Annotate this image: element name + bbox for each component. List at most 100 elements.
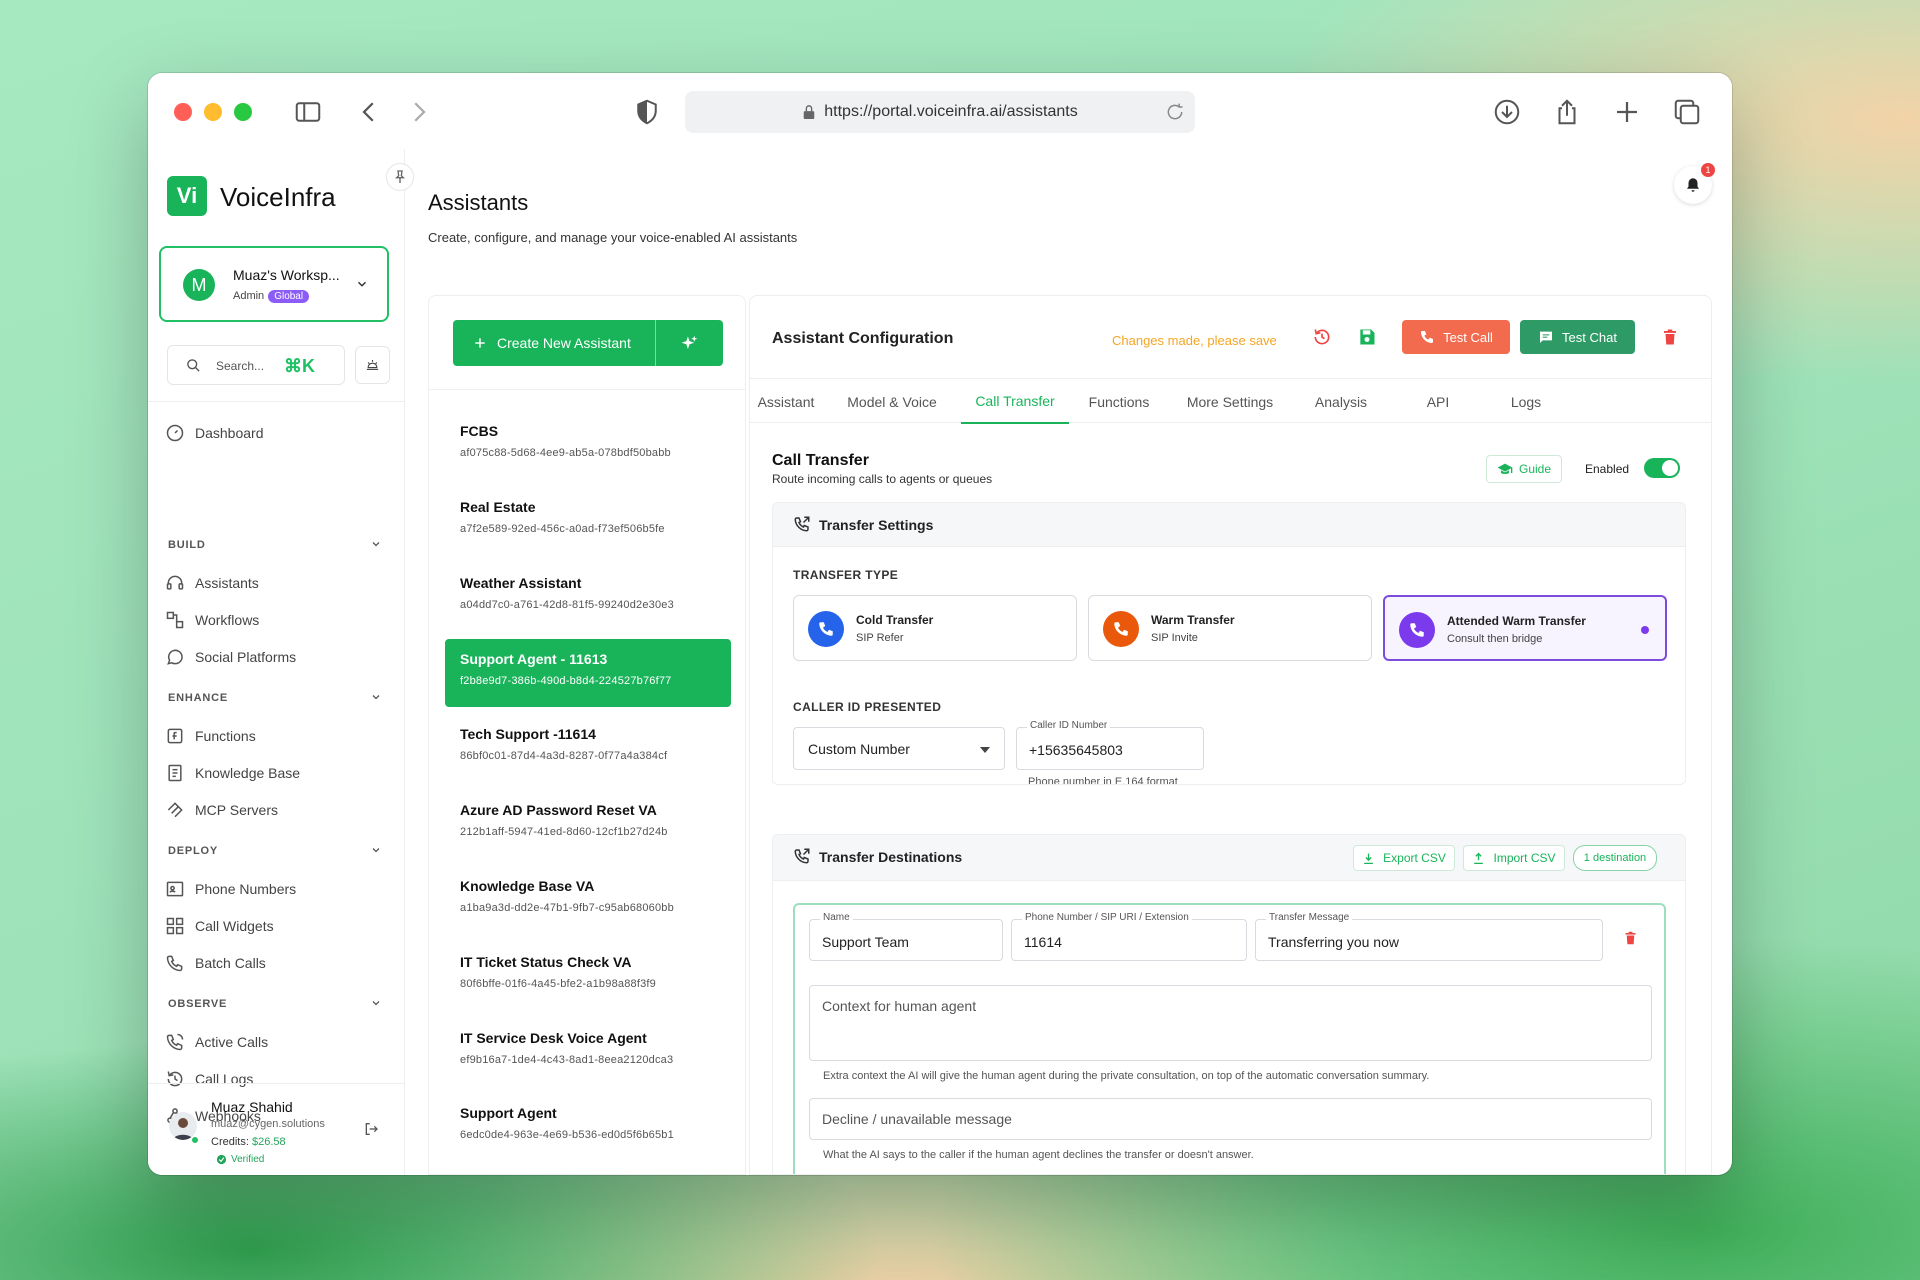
context-input[interactable]: Context for human agent [809,985,1652,1061]
share-icon[interactable] [1552,97,1582,127]
nav-batch-calls[interactable]: Batch Calls [165,951,266,975]
decline-placeholder: Decline / unavailable message [822,1111,1012,1127]
search-shortcut: ⌘K [284,356,315,376]
enabled-label: Enabled [1585,462,1630,476]
upload-icon [1472,852,1485,865]
enabled-toggle[interactable] [1644,458,1680,478]
destinations-title: Transfer Destinations [819,849,963,865]
pin-icon[interactable] [386,163,414,191]
chevron-down-icon[interactable] [370,844,382,856]
tab-analysis[interactable]: Analysis [1295,379,1387,424]
workspace-switcher[interactable]: M Muaz's Worksp... Admin Global [159,246,389,322]
assistant-list-item[interactable]: Support Agent 6edc0de4-963e-4e69-b536-ed0… [445,1093,731,1161]
nav-dashboard[interactable]: Dashboard [165,421,264,445]
field-value: Transferring you now [1268,934,1399,950]
assistant-id: a7f2e589-92ed-456c-a0ad-f73ef506b5fe [460,523,665,535]
nav-mcp-servers[interactable]: MCP Servers [165,798,278,822]
brand-name: VoiceInfra [220,182,336,212]
nav-active-calls[interactable]: Active Calls [165,1030,268,1054]
transfer-settings-title: Transfer Settings [819,517,934,533]
download-icon[interactable] [1492,97,1522,127]
caller-id-select[interactable]: Custom Number [793,727,1005,770]
close-window-button[interactable] [174,103,192,121]
back-icon[interactable] [354,97,384,127]
assistant-list-item[interactable]: Support Agent - 11613 f2b8e9d7-386b-490d-… [445,639,731,707]
nav-knowledge-base[interactable]: Knowledge Base [165,761,300,785]
nav-assistants[interactable]: Assistants [165,571,259,595]
tab-assistant[interactable]: Assistant [750,379,822,424]
assistant-list-item[interactable]: IT Ticket Status Check VA 80f6bffe-01f6-4… [445,942,731,1010]
chevron-down-icon[interactable] [370,997,382,1009]
transfer-type-option[interactable]: Cold Transfer SIP Refer [793,595,1077,661]
verified-label: Verified [231,1154,265,1165]
transfer-type-option[interactable]: Warm Transfer SIP Invite [1088,595,1372,661]
trash-icon[interactable] [1623,929,1638,947]
assistant-list-item[interactable]: IT Service Desk Voice Agent ef9b16a7-1de4… [445,1018,731,1086]
destination-count-badge: 1 destination [1573,845,1657,871]
assistant-name: Real Estate [460,499,536,515]
search-icon [186,358,201,373]
tab-call-transfer[interactable]: Call Transfer [961,379,1069,424]
nav-phone-numbers[interactable]: Phone Numbers [165,877,296,901]
export-csv-button[interactable]: Export CSV [1353,845,1455,871]
assistant-list-item[interactable]: Tech Support -11614 86bf0c01-87d4-4a3d-82… [445,714,731,782]
test-call-button[interactable]: Test Call [1402,320,1510,354]
address-bar[interactable]: https://portal.voiceinfra.ai/assistants [685,91,1195,133]
maximize-window-button[interactable] [234,103,252,121]
url-text: https://portal.voiceinfra.ai/assistants [824,103,1078,120]
nav-workflows[interactable]: Workflows [165,608,259,632]
chevron-down-icon[interactable] [370,691,382,703]
assistant-list-item[interactable]: Knowledge Base VA a1ba9a3d-dd2e-47b1-9fb7… [445,866,731,934]
global-badge: Global [268,290,310,303]
unsaved-warning: Changes made, please save [1112,333,1277,348]
forward-icon[interactable] [404,97,434,127]
test-chat-label: Test Chat [1562,329,1617,345]
tab-overview-icon[interactable] [1672,97,1702,127]
shield-icon[interactable] [632,97,662,127]
assistant-list-item[interactable]: Azure AD Password Reset VA 212b1aff-5947-… [445,790,731,858]
import-csv-button[interactable]: Import CSV [1463,845,1565,871]
search-input[interactable]: Search... ⌘K [167,345,345,385]
create-assistant-button[interactable]: Create New Assistant [453,320,723,366]
minimize-window-button[interactable] [204,103,222,121]
nav-call-widgets[interactable]: Call Widgets [165,914,274,938]
nav-label: Phone Numbers [195,881,297,897]
trash-icon[interactable] [1661,327,1679,347]
theme-toggle-icon[interactable] [355,346,390,384]
logout-icon[interactable] [363,1121,379,1137]
assistant-list-item[interactable]: Weather Assistant a04dd7c0-a761-42d8-81f5… [445,563,731,631]
tab-logs[interactable]: Logs [1481,379,1571,424]
reload-icon[interactable] [1165,102,1185,122]
field-label: Caller ID Number [1027,720,1111,731]
assistant-list-item[interactable]: FCBS af075c88-5d68-4ee9-ab5a-078bdf50babb [445,411,731,479]
chevron-down-icon[interactable] [370,538,382,550]
credits-label: Credits: [211,1136,249,1148]
transfer-message-field[interactable]: Transfer Message Transferring you now [1255,912,1603,961]
assistant-list-item[interactable]: Real Estate a7f2e589-92ed-456c-a0ad-f73ef… [445,487,731,555]
save-icon[interactable] [1357,327,1377,347]
nav-social-platforms[interactable]: Social Platforms [165,645,296,669]
tab-functions[interactable]: Functions [1073,379,1165,424]
destination-phone-field[interactable]: Phone Number / SIP URI / Extension 11614 [1011,912,1247,961]
assistant-name: FCBS [460,423,499,439]
workspace-name: Muaz's Worksp... [233,267,340,283]
section-build: BUILD [168,539,206,551]
tab-more-settings[interactable]: More Settings [1174,379,1286,424]
test-chat-button[interactable]: Test Chat [1520,320,1635,354]
nav-functions[interactable]: Functions [165,724,256,748]
sidebar-toggle-icon[interactable] [293,97,323,127]
destination-name-field[interactable]: Name Support Team [809,912,1003,961]
caller-id-number-field[interactable]: Caller ID Number +15635645803 [1016,720,1204,770]
tab-model-voice[interactable]: Model & Voice [838,379,946,424]
assistant-name: Weather Assistant [460,575,582,591]
phone-transfer-icon [793,515,811,533]
guide-button[interactable]: Guide [1486,455,1562,483]
sparkles-icon[interactable] [680,334,699,353]
section-title: Call Transfer [772,452,869,469]
new-tab-icon[interactable] [1612,97,1642,127]
transfer-type-option[interactable]: Attended Warm Transfer Consult then bridg… [1383,595,1667,661]
decline-message-input[interactable]: Decline / unavailable message [809,1098,1652,1140]
tab-api[interactable]: API [1398,379,1478,424]
history-icon[interactable] [1312,327,1332,347]
notifications-button[interactable]: 1 [1674,163,1715,204]
